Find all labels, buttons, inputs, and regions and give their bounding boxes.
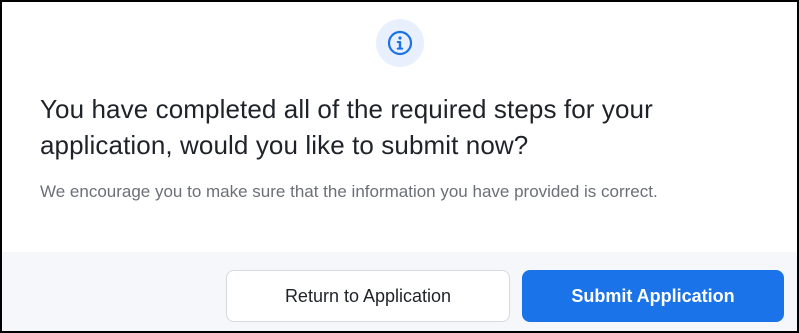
dialog-message: We encourage you to make sure that the i…: [40, 182, 658, 201]
dialog-title: You have completed all of the required s…: [40, 94, 653, 160]
dialog-body: You have completed all of the required s…: [2, 2, 797, 252]
info-circle-icon: [376, 19, 424, 67]
confirmation-dialog: ⌄ You have completed all of the required…: [0, 0, 799, 333]
submit-application-button[interactable]: Submit Application: [522, 270, 784, 322]
dialog-footer: Return to Application Submit Application: [2, 252, 797, 331]
return-to-application-button[interactable]: Return to Application: [226, 270, 510, 322]
